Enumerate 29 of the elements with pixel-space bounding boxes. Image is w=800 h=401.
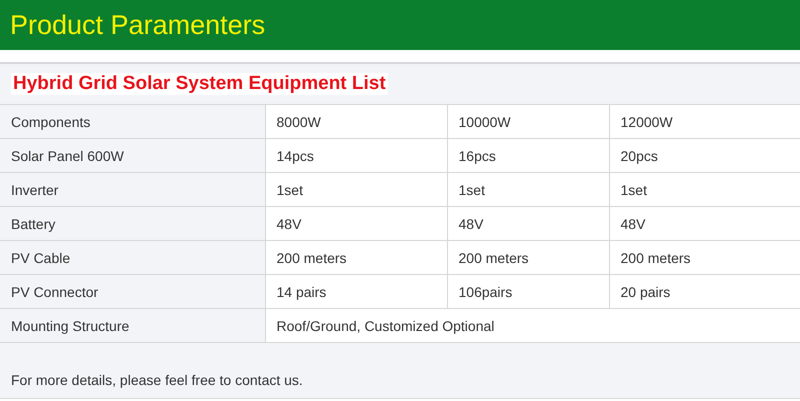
table-cell: 14 pairs: [265, 274, 447, 308]
table-cell: 200 meters: [265, 240, 447, 274]
row-label: Components: [0, 105, 265, 138]
table-cell: 12000W: [609, 105, 800, 138]
table-title: Hybrid Grid Solar System Equipment List: [11, 73, 388, 95]
row-label: Battery: [0, 206, 265, 240]
table-cell: Roof/Ground, Customized Optional: [265, 308, 800, 342]
row-label: PV Connector: [0, 274, 265, 308]
page-title: Product Paramenters: [10, 10, 266, 40]
row-label: Mounting Structure: [0, 308, 265, 342]
contact-note: For more details, please feel free to contact us.: [11, 372, 303, 388]
row-label: PV Cable: [0, 240, 265, 274]
table-cell: 10000W: [447, 105, 609, 138]
table-cell: 1set: [609, 172, 800, 206]
table-cell: 1set: [265, 172, 447, 206]
row-label: Inverter: [0, 172, 265, 206]
table-cell: 14pcs: [265, 138, 447, 172]
table-cell: 16pcs: [447, 138, 609, 172]
table-cell: 48V: [447, 206, 609, 240]
table-cell: 20pcs: [609, 138, 800, 172]
table-cell: 1set: [447, 172, 609, 206]
table-cell: 20 pairs: [609, 274, 800, 308]
table-cell: 200 meters: [447, 240, 609, 274]
row-label: Solar Panel 600W: [0, 138, 265, 172]
table-cell: 8000W: [265, 105, 447, 138]
table-cell: 48V: [265, 206, 447, 240]
table-cell: 106pairs: [447, 274, 609, 308]
table-cell: 200 meters: [609, 240, 800, 274]
table-cell: 48V: [609, 206, 800, 240]
